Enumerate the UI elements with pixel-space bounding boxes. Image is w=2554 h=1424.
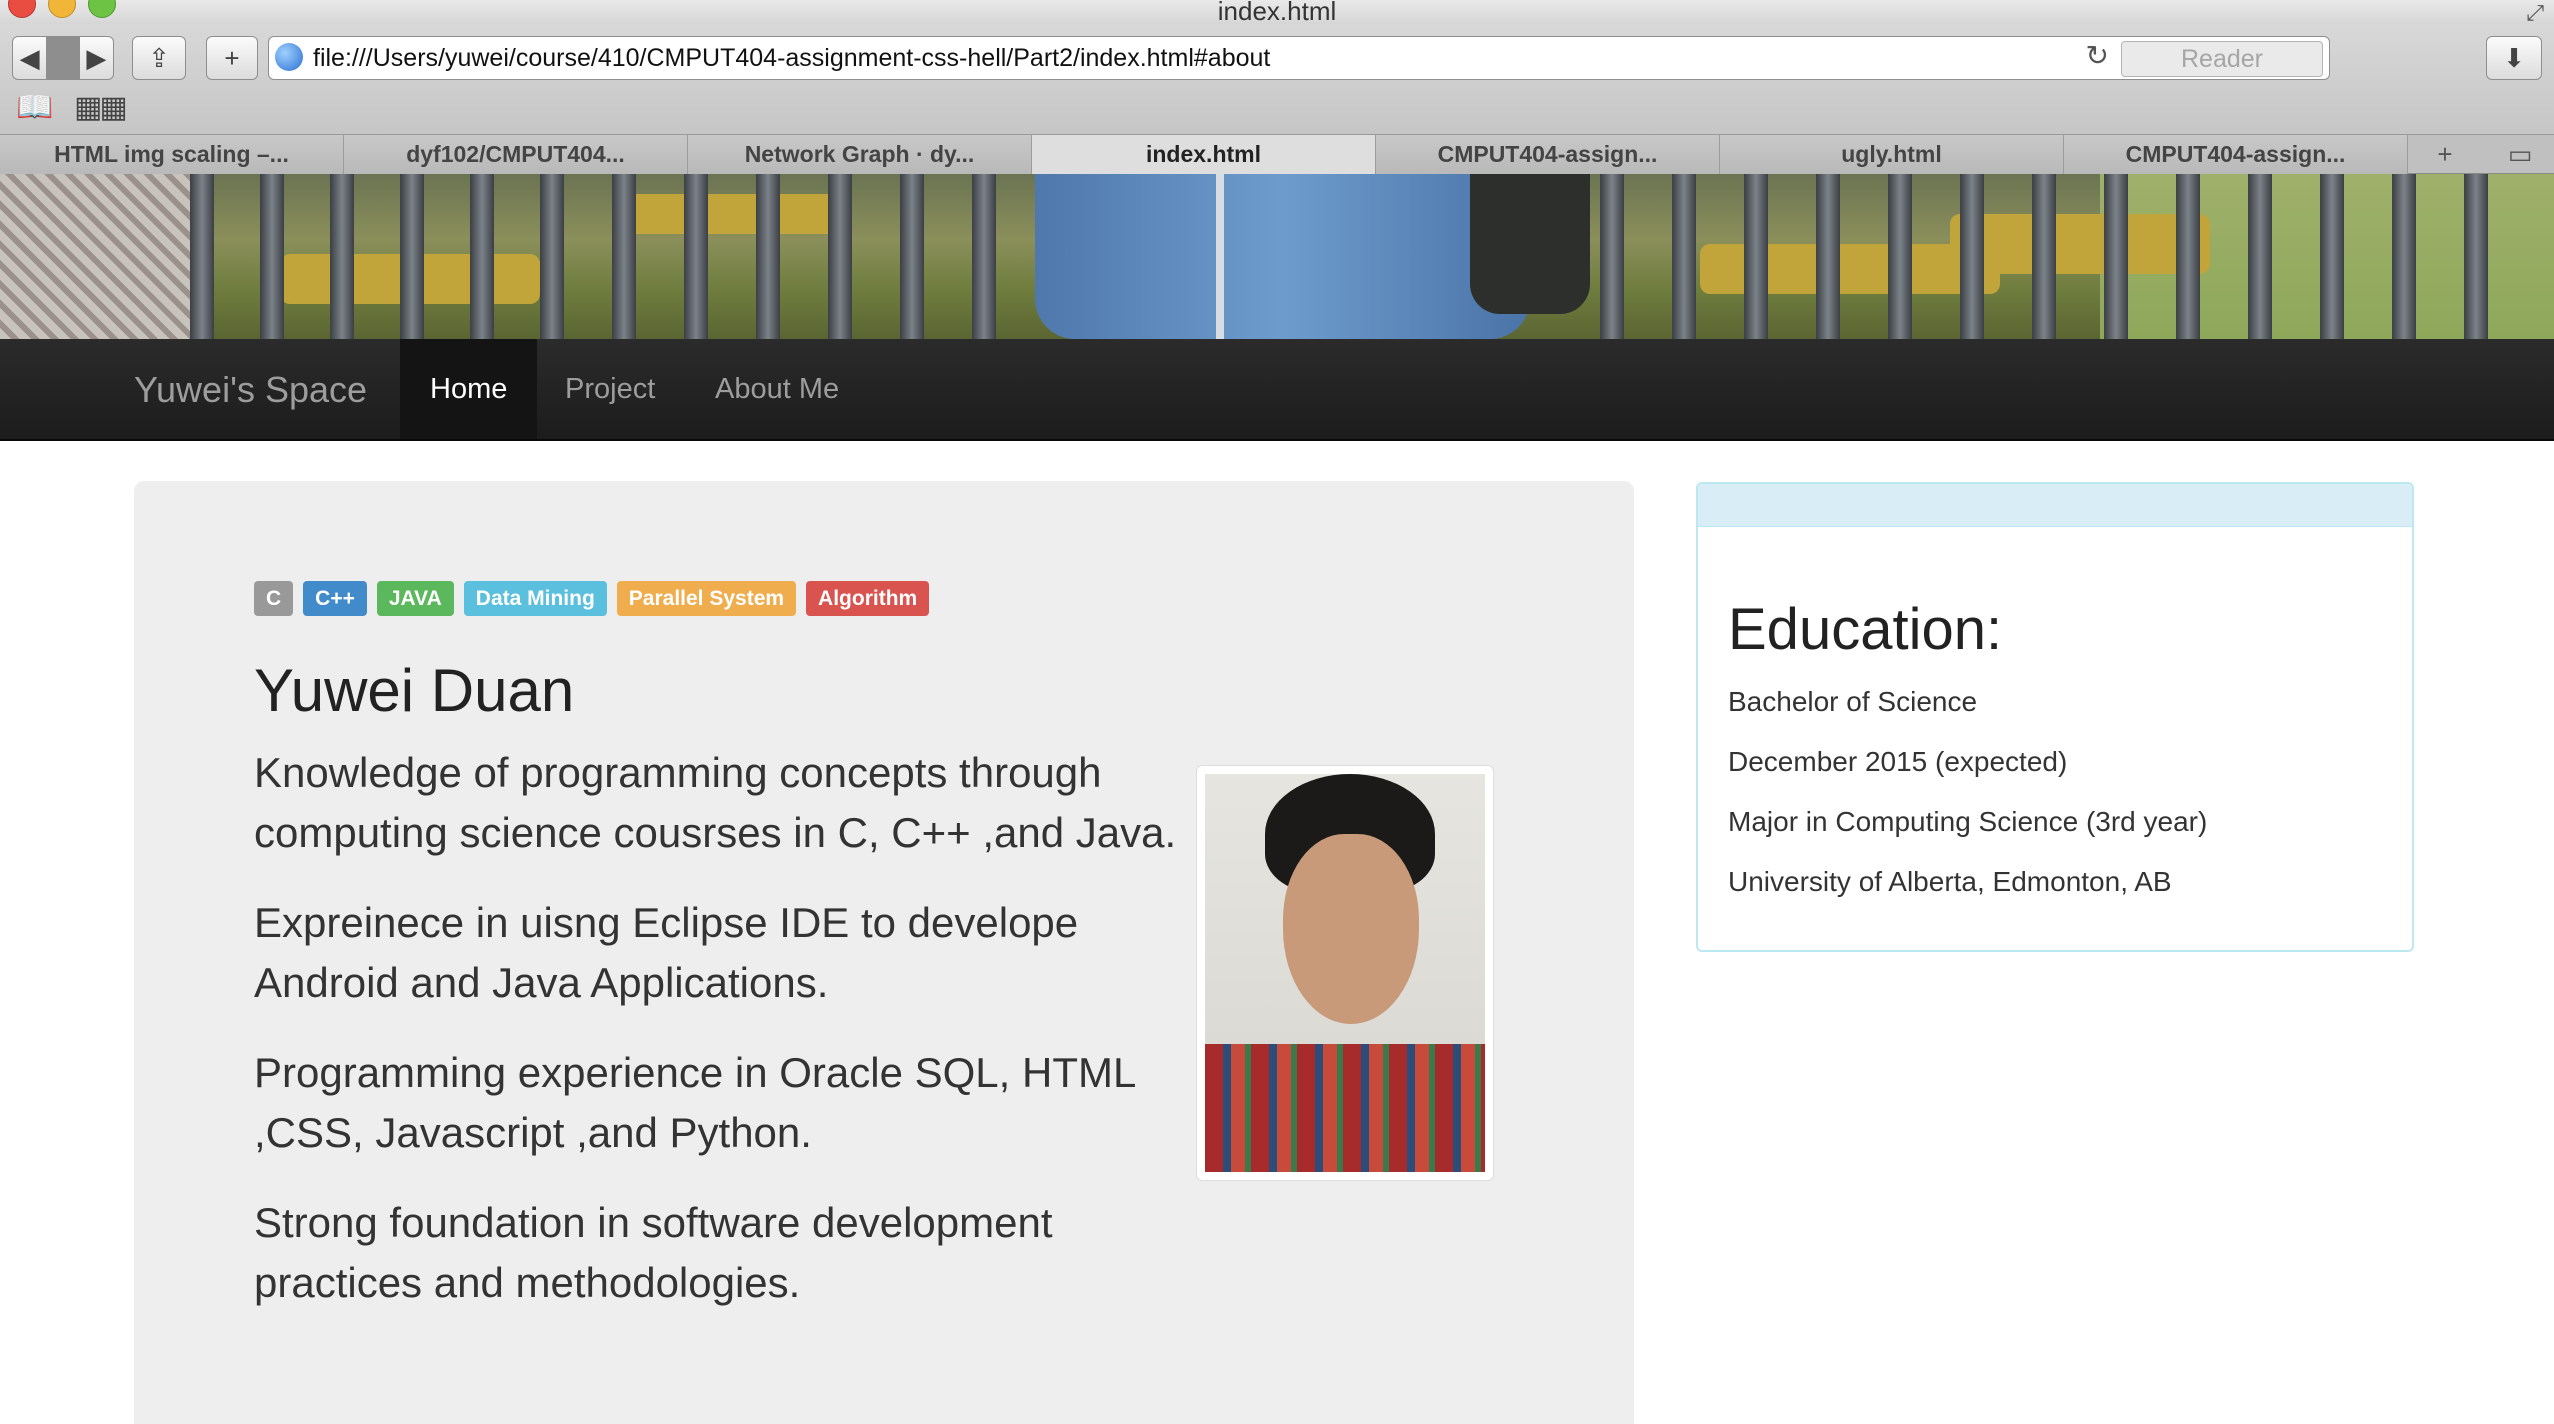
back-forward-buttons: ◀ ▶ (12, 36, 114, 80)
tab-bar: HTML img scaling –... dyf102/CMPUT404...… (0, 134, 2554, 174)
skill-label-parallel-system: Parallel System (616, 581, 797, 616)
profile-photo-thumbnail (1196, 765, 1494, 1181)
fence-bar (400, 174, 424, 339)
fence-bar (1744, 174, 1768, 339)
download-icon: ⬇ (2503, 42, 2525, 73)
skill-label-java: JAVA (376, 581, 454, 616)
banner-bag-strap (1470, 174, 1590, 314)
fence-bar (470, 174, 494, 339)
education-panel-heading (1698, 484, 2412, 527)
navbar-brand[interactable]: Yuwei's Space (134, 339, 367, 439)
share-icon: ⇪ (148, 42, 170, 73)
fullscreen-icon[interactable]: ⤢ (2526, 2, 2544, 24)
photo-face (1283, 834, 1419, 1024)
top-sites-grid-icon[interactable]: ▦▦ (74, 90, 128, 125)
add-tab-icon[interactable]: + (2410, 135, 2480, 174)
new-tab-button[interactable]: + (206, 36, 258, 80)
fence-bar (260, 174, 284, 339)
fence-bar (612, 174, 636, 339)
fence-bar (684, 174, 708, 339)
fence-bar (900, 174, 924, 339)
fence-bar (190, 174, 214, 339)
banner-rock (0, 174, 190, 339)
zoom-window-button[interactable] (88, 0, 116, 18)
profile-paragraph: Strong foundation in software developmen… (254, 1199, 1053, 1306)
plus-icon: + (224, 42, 240, 73)
fence-bar (756, 174, 780, 339)
fence-bar (828, 174, 852, 339)
close-window-button[interactable] (8, 0, 36, 18)
fence-bar (2248, 174, 2272, 339)
nav-project[interactable]: Project (535, 339, 685, 439)
fence-bar (2032, 174, 2056, 339)
banner-hedge (1950, 214, 2210, 274)
photo-plaid-shirt (1205, 1044, 1485, 1172)
reload-icon[interactable]: ↻ (2086, 39, 2109, 72)
education-line: December 2015 (expected) (1728, 746, 2068, 777)
profile-name: Yuwei Duan (254, 657, 575, 724)
bookmarks-book-icon[interactable]: 📖 (16, 90, 53, 125)
window-title-bar: index.html ⤢ (0, 0, 2554, 24)
minimize-window-button[interactable] (48, 0, 76, 18)
globe-icon (275, 43, 303, 71)
education-panel: Education: Bachelor of Science December … (1696, 482, 2414, 952)
skill-label-data-mining: Data Mining (463, 581, 607, 616)
education-title: Education: (1728, 597, 2003, 662)
tab-dyf102-cmput404[interactable]: dyf102/CMPUT404... (344, 135, 688, 174)
skill-label-cpp: C++ (303, 581, 367, 616)
profile-paragraph: Programming experience in Oracle SQL, HT… (254, 1049, 1135, 1156)
window-title: index.html (1217, 0, 1337, 26)
nav-about-me[interactable]: About Me (685, 339, 869, 439)
fence-bar (2176, 174, 2200, 339)
forward-arrow-icon[interactable]: ▶ (80, 43, 113, 74)
profile-jumbotron: C C++ JAVA Data Mining Parallel System A… (134, 481, 1634, 1424)
skill-label-algorithm: Algorithm (806, 581, 930, 616)
profile-photo (1205, 774, 1485, 1172)
fence-bar (540, 174, 564, 339)
profile-paragraph: Knowledge of programming concepts throug… (254, 749, 1177, 856)
site-navbar: Yuwei's Space Home Project About Me (0, 339, 2554, 441)
url-text[interactable]: file:///Users/yuwei/course/410/CMPUT404-… (313, 37, 1270, 79)
skill-labels: C C++ JAVA Data Mining Parallel System A… (254, 581, 930, 616)
address-bar[interactable]: file:///Users/yuwei/course/410/CMPUT404-… (268, 36, 2330, 80)
reader-button[interactable]: Reader (2121, 41, 2323, 77)
education-line: Major in Computing Science (3rd year) (1728, 806, 2208, 837)
tab-overview-icon[interactable]: ▭ (2486, 135, 2554, 174)
fence-bar (972, 174, 996, 339)
browser-toolbar: ◀ ▶ ⇪ + file:///Users/yuwei/course/410/C… (0, 24, 2554, 134)
fence-bar (2464, 174, 2488, 339)
banner-jacket-zipper (1216, 174, 1224, 339)
downloads-button[interactable]: ⬇ (2486, 36, 2542, 80)
tab-cmput404-assign-2[interactable]: CMPUT404-assign... (2064, 135, 2408, 174)
skill-label-c: C (254, 581, 294, 616)
divider (46, 36, 80, 80)
tab-network-graph[interactable]: Network Graph · dy... (688, 135, 1032, 174)
tab-html-img-scaling[interactable]: HTML img scaling –... (0, 135, 344, 174)
fence-bar (2104, 174, 2128, 339)
fence-bar (1672, 174, 1696, 339)
tab-index-html[interactable]: index.html (1032, 135, 1376, 174)
tab-cmput404-assign-1[interactable]: CMPUT404-assign... (1376, 135, 1720, 174)
back-arrow-icon[interactable]: ◀ (13, 43, 46, 74)
banner-hedge (620, 194, 840, 234)
education-line: University of Alberta, Edmonton, AB (1728, 866, 2172, 897)
header-banner-image (0, 174, 2554, 339)
fence-bar (1888, 174, 1912, 339)
fence-bar (1960, 174, 1984, 339)
tab-ugly-html[interactable]: ugly.html (1720, 135, 2064, 174)
fence-bar (2392, 174, 2416, 339)
share-button[interactable]: ⇪ (132, 36, 186, 80)
fence-bar (2320, 174, 2344, 339)
fence-bar (1816, 174, 1840, 339)
education-line: Bachelor of Science (1728, 686, 1978, 717)
profile-paragraph: Expreinece in uisng Eclipse IDE to devel… (254, 899, 1079, 1006)
fence-bar (330, 174, 354, 339)
nav-home[interactable]: Home (400, 339, 538, 439)
fence-bar (1600, 174, 1624, 339)
banner-person-jacket (1035, 174, 1530, 339)
